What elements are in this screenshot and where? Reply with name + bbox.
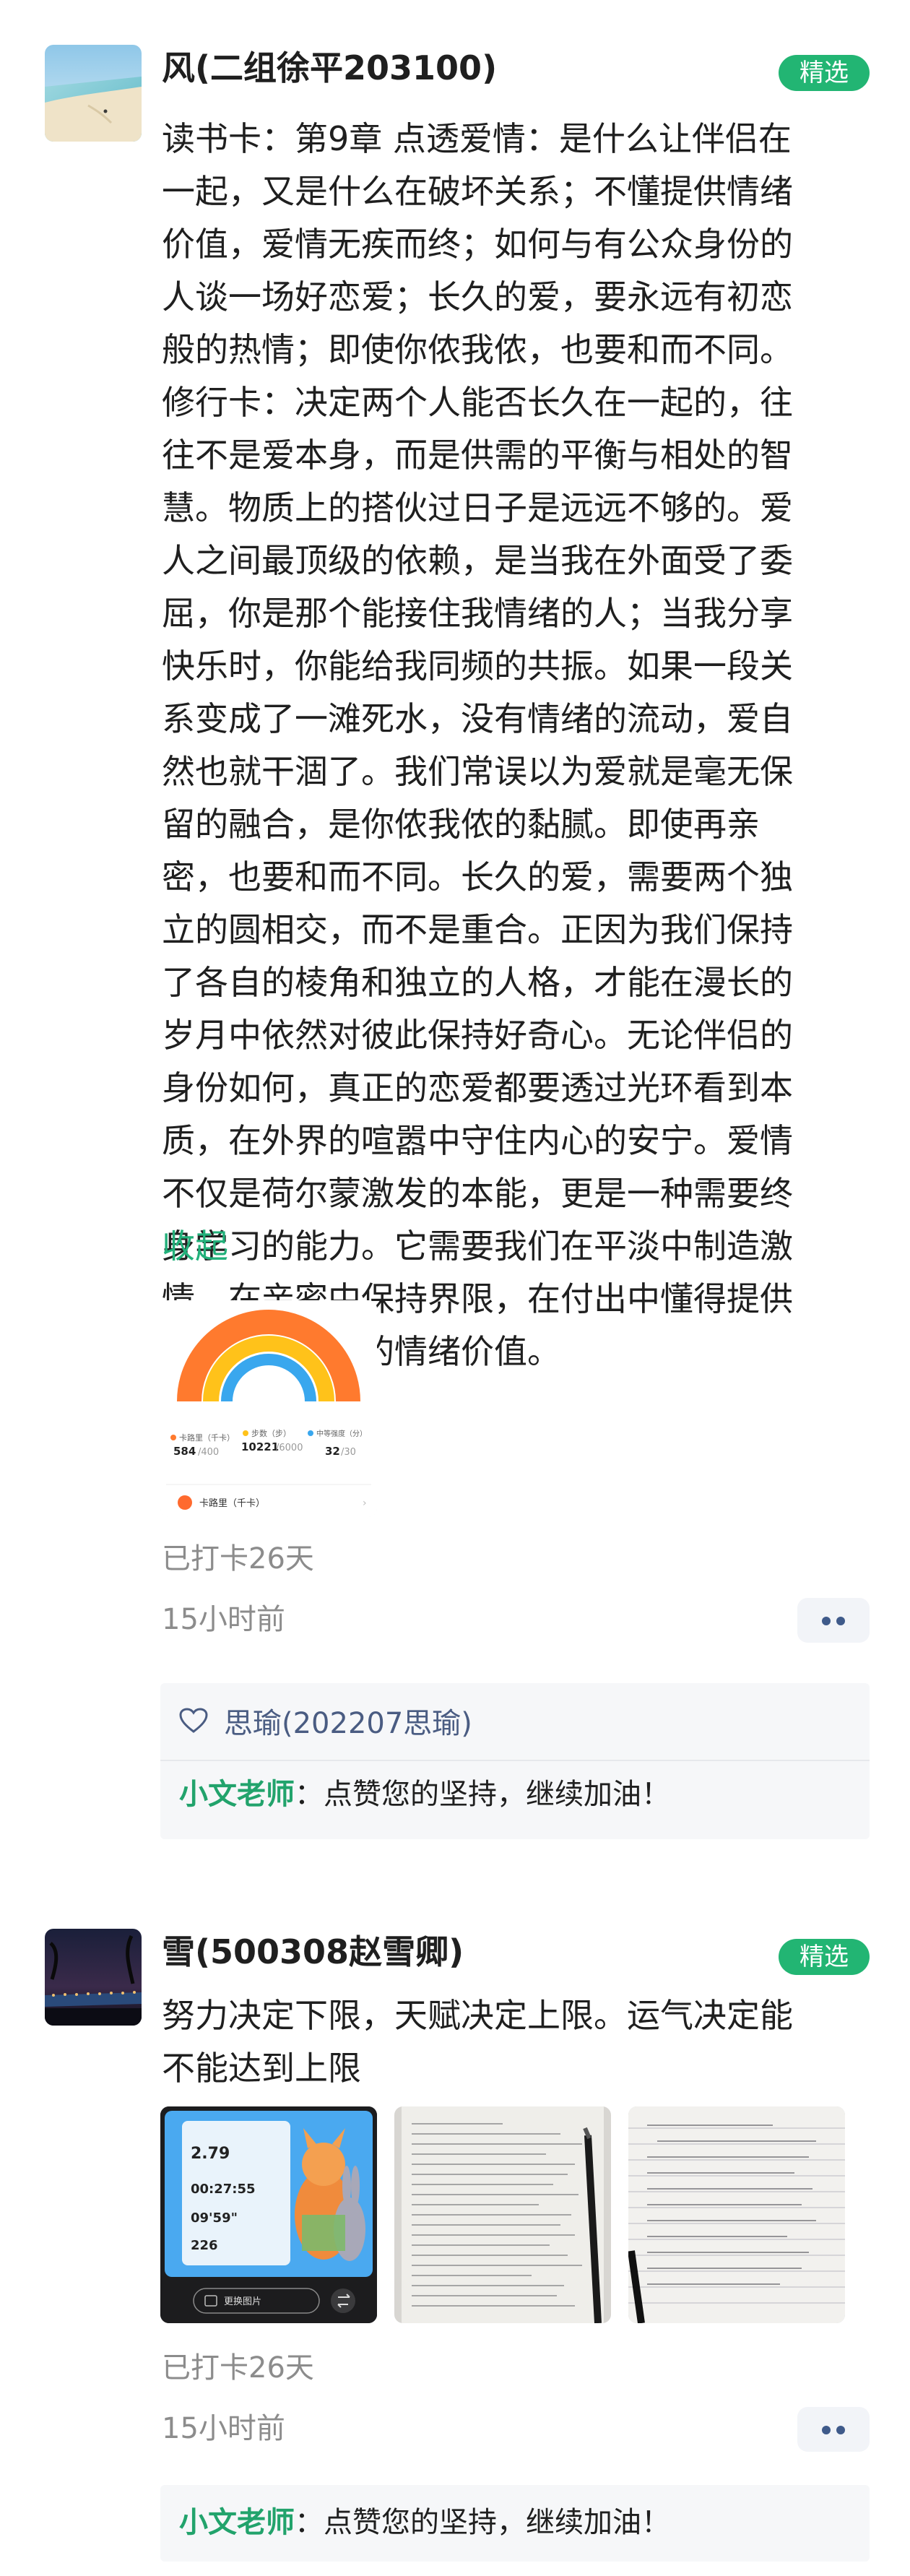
avatar[interactable] — [45, 45, 142, 142]
post-line: 了各自的棱角和独立的人格，才能在漫长的 — [162, 963, 793, 1002]
more-options-button[interactable] — [797, 2407, 870, 2452]
comment-text: ：点赞您的坚持，继续加油！ — [295, 1778, 670, 1811]
more-dot-icon — [836, 2426, 845, 2434]
more-options-button[interactable] — [797, 1598, 870, 1643]
steps-stat-value: 10221 — [241, 1440, 279, 1453]
more-dot-icon — [822, 2426, 831, 2434]
run-duration: 00:27:55 — [191, 2182, 256, 2197]
post-line: 然也就干涸了。我们常误以为爱就是毫无保 — [162, 752, 793, 791]
calorie-stat-label: 卡路里（千卡） — [179, 1433, 235, 1443]
comment-author[interactable]: 小文老师 — [179, 2506, 295, 2539]
svg-text:›: › — [363, 1497, 367, 1509]
post-line: 人谈一场好恋爱；长久的爱，要永远有初恋 — [162, 277, 793, 316]
divider — [160, 1760, 870, 1761]
post-line: 立的圆相交，而不是重合。正因为我们保持 — [162, 910, 793, 949]
calorie-stat-value: 584 — [173, 1445, 196, 1458]
post-line: 质，在外界的喧嚣中守住内心的安宁。爱情 — [162, 1121, 793, 1160]
post-line: 般的热情；即使你侬我侬，也要和而不同。 — [162, 330, 793, 369]
intensity-stat-label: 中等强度（分） — [316, 1429, 367, 1438]
author-name[interactable]: 雪(500308赵雪卿) — [162, 1930, 464, 1974]
post-line: 快乐时，你能给我同频的共振。如果一段关 — [162, 647, 793, 686]
checkin-streak: 已打卡26天 — [162, 2351, 314, 2385]
post-line: 密，也要和而不同。长久的爱，需要两个独 — [162, 857, 793, 896]
change-image-button[interactable]: 更换图片 — [224, 2296, 261, 2307]
notebook-page-image[interactable] — [628, 2106, 845, 2323]
notebook-photo-graphic — [628, 2106, 845, 2323]
post-line: 身学习的能力。它需要我们在平淡中制造激 — [162, 1227, 793, 1266]
post-line: 往不是爱本身，而是供需的平衡与相处的智 — [162, 436, 793, 475]
featured-badge: 精选 — [779, 55, 870, 91]
post-line: 不仅是荷尔蒙激发的本能，更是一种需要终 — [162, 1174, 793, 1213]
avatar[interactable] — [45, 1929, 142, 2026]
calorie-stat-total: /400 — [198, 1447, 219, 1458]
post-line: 不能达到上限 — [162, 2049, 361, 2088]
post-time: 15小时前 — [162, 1603, 285, 1636]
comment: 小文老师：点赞您的坚持，继续加油！ — [179, 2502, 670, 2543]
post-card: 风(二组徐平203100) 精选 读书卡：第9章 点透爱情：是什么让伴侣在 一起… — [0, 0, 910, 1849]
post-line: 岁月中依然对彼此保持好奇心。无论伴侣的 — [162, 1016, 793, 1055]
checkin-streak: 已打卡26天 — [162, 1542, 314, 1576]
run-record-graphic: 2.79 00:27:55 09'59" 226 更换图片 — [160, 2106, 377, 2323]
intensity-stat-value: 32 — [325, 1445, 340, 1458]
comment-author[interactable]: 小文老师 — [179, 1778, 295, 1811]
comment: 小文老师：点赞您的坚持，继续加油！ — [179, 1774, 670, 1815]
heart-icon[interactable] — [179, 1708, 208, 1734]
post-line: 人之间最顶级的依赖，是当我在外面受了委 — [162, 541, 793, 580]
run-distance: 2.79 — [191, 2145, 230, 2163]
comment-box: 小文老师：点赞您的坚持，继续加油！ — [160, 2485, 870, 2562]
post-card: 雪(500308赵雪卿) 精选 努力决定下限，天赋决定上限。运气决定能 不能达到… — [0, 1893, 910, 2576]
run-record-image[interactable]: 2.79 00:27:55 09'59" 226 更换图片 — [160, 2106, 377, 2323]
post-body: 努力决定下限，天赋决定上限。运气决定能 不能达到上限 — [162, 1989, 870, 2095]
post-line: 身份如何，真正的恋爱都要透过光环看到本 — [162, 1068, 793, 1107]
night-scene-avatar-image — [45, 1929, 142, 2026]
like-row: 思瑜(202207思瑜) — [179, 1699, 472, 1742]
notes-photo-graphic — [394, 2106, 611, 2323]
post-line: 修行卡：决定两个人能否长久在一起的，往 — [162, 383, 793, 422]
steps-stat-total: /6000 — [276, 1443, 303, 1453]
post-line: 读书卡：第9章 点透爱情：是什么让伴侣在 — [162, 119, 792, 158]
post-line: 一起，又是什么在破坏关系；不懂提供情绪 — [162, 172, 793, 211]
handwritten-notes-image[interactable] — [394, 2106, 611, 2323]
post-line: 价值，爱情无疾而终；如何与有公众身份的 — [162, 225, 793, 264]
fitness-app-name: 卡路里（千卡） — [199, 1497, 265, 1509]
run-pace: 09'59" — [191, 2210, 238, 2226]
post-line: 屈，你是那个能接住我情绪的人；当我分享 — [162, 594, 793, 633]
post-line: 努力决定下限，天赋决定上限。运气决定能 — [162, 1996, 793, 2035]
more-dot-icon — [822, 1617, 831, 1625]
post-line: 系变成了一滩死水，没有情绪的流动，爱自 — [162, 699, 793, 738]
more-dot-icon — [836, 1617, 845, 1625]
post-line: 留的融合，是你侬我侬的黏腻。即使再亲 — [162, 805, 760, 844]
post-line: 慧。物质上的搭伙过日子是远远不够的。爱 — [162, 488, 793, 527]
author-name[interactable]: 风(二组徐平203100) — [162, 46, 497, 90]
activity-rings-image[interactable]: 卡路里（千卡） 584 /400 步数（步） 10221 /6000 中等强度（… — [160, 1300, 377, 1517]
post-body: 读书卡：第9章 点透爱情：是什么让伴侣在 一起，又是什么在破坏关系；不懂提供情绪… — [162, 113, 870, 1378]
activity-rings-graphic: 卡路里（千卡） 584 /400 步数（步） 10221 /6000 中等强度（… — [160, 1300, 377, 1517]
beach-avatar-image — [45, 45, 142, 142]
post-time: 15小时前 — [162, 2412, 285, 2445]
featured-badge: 精选 — [779, 1939, 870, 1975]
comment-text: ：点赞您的坚持，继续加油！ — [295, 2506, 670, 2539]
intensity-stat-total: /30 — [341, 1447, 356, 1458]
collapse-link[interactable]: 收起 — [162, 1224, 228, 1268]
like-user-name[interactable]: 思瑜(202207思瑜) — [224, 1700, 472, 1742]
steps-stat-label: 步数（步） — [251, 1429, 291, 1438]
run-value: 226 — [191, 2238, 218, 2253]
comment-box: 思瑜(202207思瑜) 小文老师：点赞您的坚持，继续加油！ — [160, 1683, 870, 1839]
